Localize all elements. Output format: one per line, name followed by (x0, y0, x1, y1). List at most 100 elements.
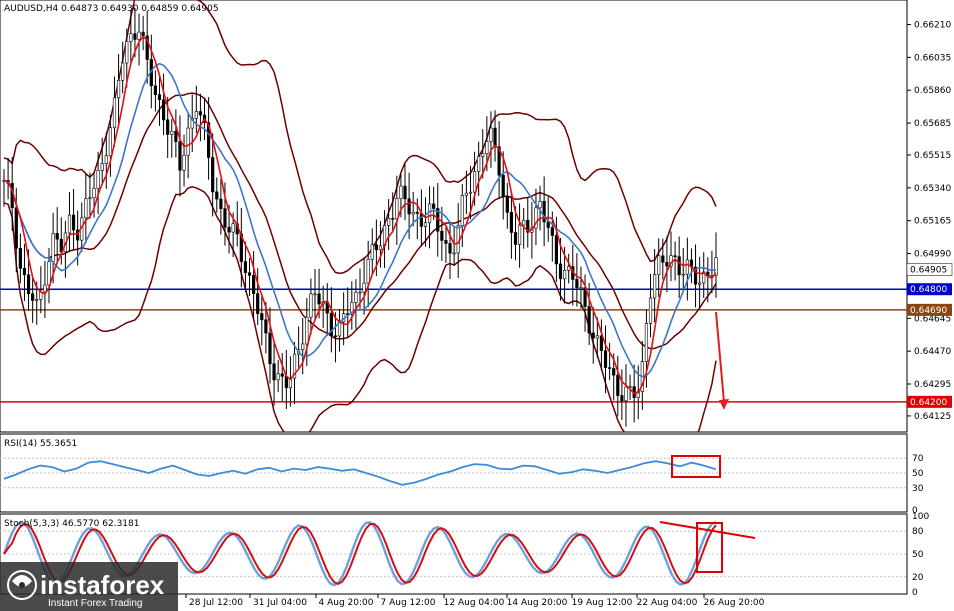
candle-body (698, 282, 702, 285)
main-plot-frame (0, 0, 908, 433)
candle-body (31, 293, 35, 301)
candle-body (243, 261, 248, 274)
stoch-tick-label: 50 (912, 550, 924, 560)
candle-body (681, 273, 685, 276)
candle-body (104, 155, 108, 164)
level-tag-label: 0.64690 (910, 306, 947, 316)
candle-body (51, 233, 55, 263)
candle-body (608, 367, 612, 369)
candle-body (227, 226, 231, 233)
candle-body (47, 261, 51, 286)
candle-body (276, 373, 280, 381)
candle-body (432, 203, 436, 209)
candle-body (313, 293, 317, 296)
candle-body (477, 156, 481, 172)
stoch-tick-label: 20 (912, 573, 924, 583)
candle-body (509, 212, 514, 233)
price-tick-label: 0.64125 (914, 412, 951, 422)
candle-body (43, 284, 47, 293)
watermark-brand: instaforex (40, 570, 165, 600)
price-tick-label: 0.64470 (914, 347, 951, 357)
candle-body (264, 319, 268, 334)
candle-body (26, 274, 31, 295)
candle-body (399, 185, 403, 199)
time-tick-label: 22 Aug 04:00 (637, 598, 698, 608)
candle-body (472, 171, 477, 193)
candle-body (452, 252, 456, 255)
price-tick-label: 0.66035 (914, 53, 951, 63)
candle-body (141, 31, 145, 37)
candle-body (161, 99, 166, 121)
candle-body (489, 127, 493, 142)
candle-body (260, 313, 264, 321)
candle-body (501, 174, 505, 197)
candle-body (407, 198, 411, 215)
price-tick-label: 0.65860 (914, 86, 951, 96)
candle-body (546, 221, 550, 228)
candle-body (579, 287, 583, 289)
candle-body (125, 41, 129, 64)
candle-body (35, 299, 39, 301)
candle-body (333, 335, 338, 338)
candle-body (198, 111, 203, 116)
time-tick-label: 14 Aug 20:00 (507, 598, 568, 608)
rsi-tick-label: 30 (912, 484, 924, 494)
price-tick-label: 0.65515 (914, 151, 951, 161)
candle-body (411, 212, 415, 215)
price-tick-label: 0.65165 (914, 217, 951, 227)
candle-body (378, 245, 383, 251)
candle-body (673, 255, 677, 258)
price-tick-label: 0.64990 (914, 250, 951, 260)
candle-body (55, 233, 59, 240)
candle-body (182, 154, 186, 171)
candle-body (387, 218, 391, 226)
candle-body (587, 306, 591, 334)
candle-body (603, 350, 608, 368)
candle-body (423, 222, 428, 227)
candle-body (174, 130, 178, 142)
candle-body (419, 213, 423, 227)
time-tick-label: 26 Aug 20:00 (704, 598, 765, 608)
candle-body (157, 94, 162, 100)
candle-body (112, 97, 117, 129)
candle-body (284, 375, 288, 389)
price-tick-label: 0.66210 (914, 21, 951, 31)
candle-body (96, 170, 100, 189)
candle-body (554, 235, 559, 265)
candle-body (186, 127, 190, 156)
candle-body (562, 269, 567, 280)
candle-body (121, 62, 125, 81)
stoch-tick-label: 80 (912, 527, 924, 537)
candle-body (153, 85, 158, 95)
price-tick-label: 0.64295 (914, 380, 951, 390)
candle-body (247, 272, 252, 276)
candle-body (538, 201, 542, 209)
candle-body (18, 247, 22, 269)
candle-body (231, 223, 235, 233)
candle-body (448, 243, 452, 254)
candle-body (178, 141, 182, 171)
instaforex-watermark: instaforex Instant Forex Trading (0, 562, 178, 611)
candle-body (374, 244, 378, 251)
candle-body (485, 141, 489, 154)
level-tag-label: 0.64200 (910, 398, 947, 408)
candle-body (272, 363, 276, 381)
candle-body (616, 374, 620, 396)
candle-body (460, 195, 464, 226)
time-tick-label: 12 Aug 04:00 (444, 598, 505, 608)
candle-body (137, 31, 141, 40)
candle-body (362, 282, 366, 293)
price-tick-label: 0.65685 (914, 119, 951, 129)
candle-body (92, 188, 96, 199)
candle-body (620, 395, 624, 402)
chart-root: 0.66210 0.66035 0.65860 0.65685 0.65515 0.653… (0, 0, 953, 611)
candle-body (624, 386, 628, 402)
candle-body (305, 316, 309, 345)
candle-body (444, 240, 448, 244)
candle-body (395, 198, 399, 220)
current-price-label: 0.64905 (910, 266, 947, 276)
candle-body (309, 293, 313, 318)
rsi-header: RSI(14) 55.3651 (4, 439, 77, 449)
candle-body (567, 266, 571, 271)
candle-body (100, 163, 104, 171)
